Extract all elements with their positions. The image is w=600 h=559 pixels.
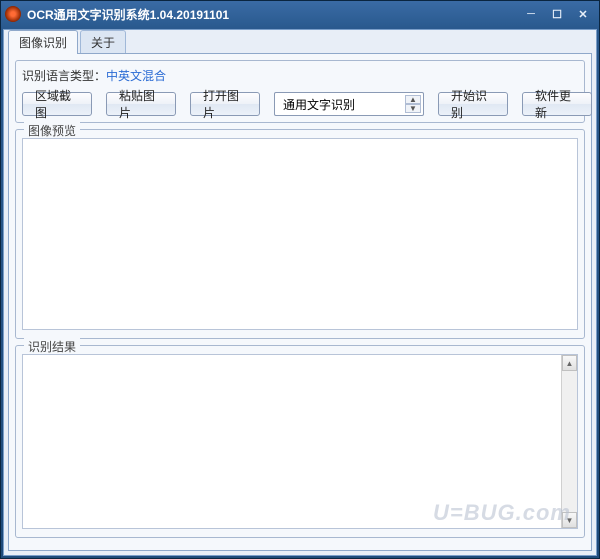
region-capture-button[interactable]: 区域截图 <box>22 92 92 116</box>
watermark: U=BUG.com <box>433 500 571 526</box>
combo-spinner[interactable]: ▲ ▼ <box>405 95 421 113</box>
maximize-button[interactable]: ☐ <box>545 5 569 23</box>
paste-image-button[interactable]: 粘贴图片 <box>106 92 176 116</box>
scroll-track[interactable] <box>562 371 577 512</box>
toolbar-group: 识别语言类型：中英文混合 区域截图 粘贴图片 打开图片 通用文字识别 ▲ ▼ 开… <box>15 60 585 123</box>
image-preview-area <box>22 138 578 330</box>
mode-combo[interactable]: 通用文字识别 ▲ ▼ <box>274 92 424 116</box>
minimize-button[interactable]: ─ <box>519 5 543 23</box>
combo-down-icon[interactable]: ▼ <box>405 104 421 113</box>
language-label: 识别语言类型： <box>22 69 106 83</box>
close-button[interactable]: ✕ <box>571 5 595 23</box>
combo-selected: 通用文字识别 <box>283 96 405 113</box>
app-icon <box>5 6 21 22</box>
window-title: OCR通用文字识别系统1.04.20191101 <box>27 6 519 23</box>
preview-group-title: 图像预览 <box>24 122 80 139</box>
tab-about[interactable]: 关于 <box>80 30 126 54</box>
content-area: 图像识别 关于 识别语言类型：中英文混合 区域截图 粘贴图片 打开图片 通用文字… <box>3 29 597 556</box>
tab-panel: 识别语言类型：中英文混合 区域截图 粘贴图片 打开图片 通用文字识别 ▲ ▼ 开… <box>8 53 592 551</box>
image-preview-group: 图像预览 <box>15 129 585 339</box>
window-controls: ─ ☐ ✕ <box>519 5 595 23</box>
titlebar[interactable]: OCR通用文字识别系统1.04.20191101 ─ ☐ ✕ <box>1 1 599 27</box>
scroll-up-icon[interactable]: ▲ <box>562 355 577 371</box>
result-textarea[interactable]: ▲ ▼ U=BUG.com <box>22 354 578 529</box>
app-window: OCR通用文字识别系统1.04.20191101 ─ ☐ ✕ 图像识别 关于 识… <box>0 0 600 559</box>
software-update-button[interactable]: 软件更新 <box>522 92 592 116</box>
tab-strip: 图像识别 关于 <box>8 32 592 54</box>
language-row: 识别语言类型：中英文混合 <box>22 67 578 84</box>
open-image-button[interactable]: 打开图片 <box>190 92 260 116</box>
tab-image-recognition[interactable]: 图像识别 <box>8 30 78 54</box>
combo-up-icon[interactable]: ▲ <box>405 95 421 104</box>
start-recognition-button[interactable]: 开始识别 <box>438 92 508 116</box>
language-value: 中英文混合 <box>106 69 166 83</box>
result-group-title: 识别结果 <box>24 338 80 355</box>
toolbar-row: 区域截图 粘贴图片 打开图片 通用文字识别 ▲ ▼ 开始识别 软件更新 <box>22 92 578 116</box>
result-group: 识别结果 ▲ ▼ U=BUG.com <box>15 345 585 538</box>
result-scrollbar[interactable]: ▲ ▼ <box>561 355 577 528</box>
scroll-down-icon[interactable]: ▼ <box>562 512 577 528</box>
